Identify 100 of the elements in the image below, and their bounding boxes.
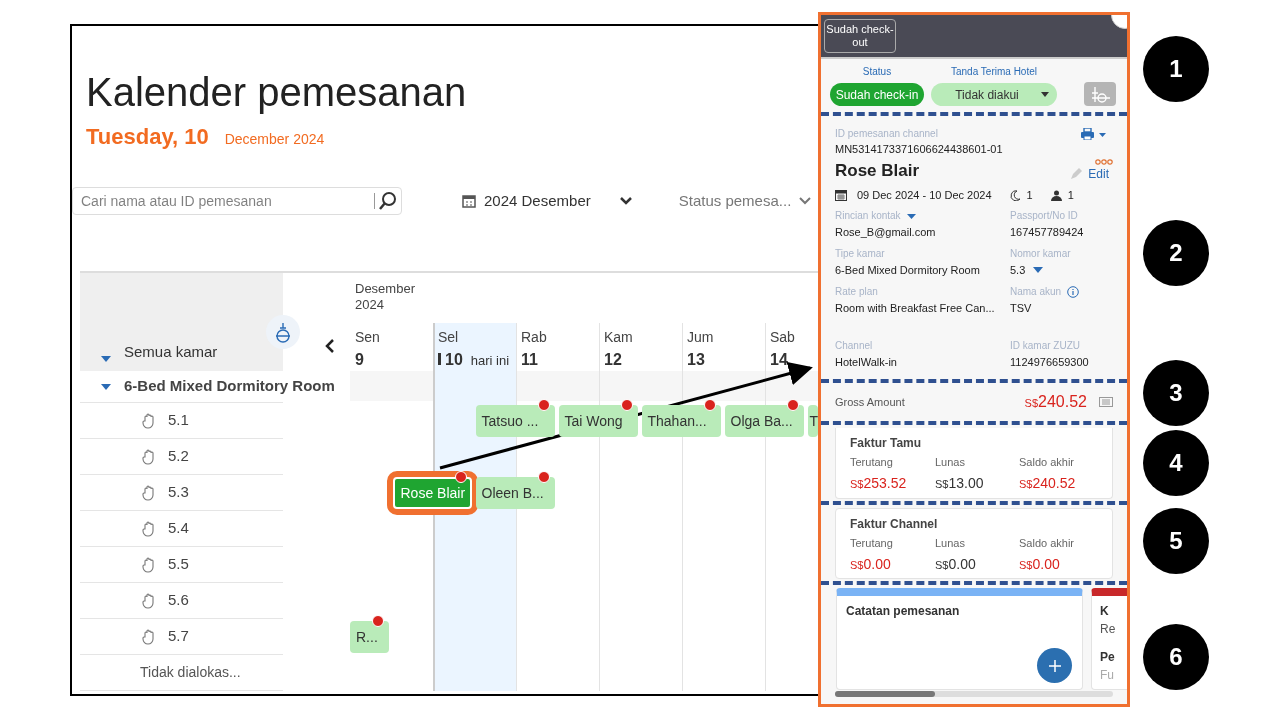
chevron-down-icon bbox=[799, 197, 812, 205]
bellboy-button[interactable] bbox=[266, 315, 300, 349]
booking-block[interactable]: Tatsuo ... bbox=[475, 405, 555, 437]
more-icon[interactable] bbox=[1095, 159, 1113, 165]
hand-icon bbox=[142, 412, 156, 429]
nights-count: 1 bbox=[1026, 188, 1033, 203]
callout-marker: 2 bbox=[1143, 220, 1209, 286]
amount-value: S$0.00 bbox=[850, 554, 891, 574]
field-label: Nama akun bbox=[1010, 286, 1062, 298]
tree-item[interactable]: 6-Bed Mixed Dormitory Room bbox=[124, 375, 335, 398]
room-number[interactable]: 5.4 bbox=[168, 517, 189, 540]
callout-marker: 3 bbox=[1143, 360, 1209, 426]
receipt-dropdown[interactable]: Tidak diakui bbox=[931, 83, 1057, 106]
previous-button[interactable] bbox=[325, 339, 335, 353]
plus-icon bbox=[1047, 658, 1062, 673]
add-button[interactable] bbox=[1037, 648, 1072, 683]
room-number[interactable]: 5.2 bbox=[168, 445, 189, 468]
channel-booking-id: MN5314173371606624438601-01 bbox=[835, 142, 1004, 157]
day-number: 13 bbox=[687, 350, 705, 370]
page-title: Kalender pemesanan bbox=[86, 72, 468, 112]
day-number: 9 bbox=[355, 350, 364, 370]
day-name: Sab bbox=[770, 328, 795, 347]
receipt-label: Tanda Terima Hotel bbox=[951, 65, 1037, 79]
month-picker[interactable]: 2024 Desember bbox=[462, 189, 633, 213]
caret-down-icon[interactable] bbox=[906, 213, 916, 219]
amount-label: Terutang bbox=[850, 455, 893, 470]
card-heading: Pe bbox=[1099, 649, 1116, 666]
room-number[interactable]: Tidak dialokas... bbox=[140, 662, 241, 683]
callout-marker: 6 bbox=[1143, 624, 1209, 690]
callout-marker: 4 bbox=[1143, 430, 1209, 496]
current-date: Tuesday, 10 bbox=[86, 123, 209, 151]
hand-icon bbox=[142, 448, 156, 465]
hand-icon bbox=[142, 628, 156, 645]
edit-link[interactable]: Edit bbox=[1088, 165, 1109, 183]
field-label: Nomor kamar bbox=[1010, 248, 1071, 260]
booking-block[interactable]: R... bbox=[350, 621, 389, 653]
field-label: Tipe kamar bbox=[835, 248, 885, 260]
day-number: 11 bbox=[521, 350, 538, 370]
guest-count: 1 bbox=[1067, 188, 1074, 203]
booking-block[interactable]: Oleen B... bbox=[475, 477, 555, 509]
pencil-icon bbox=[1070, 168, 1083, 180]
scrollbar[interactable] bbox=[835, 691, 1113, 697]
field-value: 1124976659300 bbox=[1010, 355, 1089, 369]
chevron-down-icon bbox=[618, 196, 633, 206]
callout-marker: 1 bbox=[1143, 36, 1209, 102]
amount-value: S$13.00 bbox=[935, 473, 984, 493]
amount-label: Saldo akhir bbox=[1019, 455, 1075, 470]
hand-icon bbox=[142, 556, 156, 573]
calendar-icon bbox=[462, 194, 476, 208]
room-number[interactable]: 5.7 bbox=[168, 625, 189, 648]
hand-icon bbox=[142, 520, 156, 537]
field-label: Rate plan bbox=[835, 286, 878, 298]
caret-down-icon bbox=[1040, 92, 1049, 97]
room-number[interactable]: 5.1 bbox=[168, 409, 189, 432]
field-value: 5.3 bbox=[1010, 263, 1026, 277]
check-out-button[interactable]: Sudah check-out bbox=[824, 19, 896, 53]
day-name: Jum bbox=[687, 328, 714, 347]
day-number: 10 bbox=[445, 350, 463, 370]
field-value: 6-Bed Mixed Dormitory Room bbox=[835, 263, 980, 277]
card-text: Re bbox=[1099, 621, 1117, 638]
calendar-icon bbox=[835, 189, 847, 202]
print-icon[interactable] bbox=[1081, 127, 1107, 140]
booking-block[interactable]: Olga Ba... bbox=[724, 405, 804, 437]
field-value: TSV bbox=[1010, 301, 1032, 315]
callout-marker: 5 bbox=[1143, 508, 1209, 574]
day-name: Rab bbox=[521, 328, 547, 347]
booking-block[interactable]: Thahan... bbox=[641, 405, 721, 437]
booking-block[interactable]: T bbox=[807, 405, 818, 437]
field-label: Channel bbox=[835, 340, 873, 352]
room-number[interactable]: 5.5 bbox=[168, 553, 189, 576]
hand-icon bbox=[142, 484, 156, 501]
amount-value: S$253.52 bbox=[850, 473, 907, 493]
room-number[interactable]: 5.3 bbox=[168, 481, 189, 504]
expand-caret-icon[interactable] bbox=[100, 355, 112, 363]
tree-item[interactable]: Semua kamar bbox=[124, 340, 218, 363]
caret-down-icon[interactable] bbox=[1033, 267, 1044, 273]
gross-amount: S$240.52 bbox=[1024, 392, 1087, 412]
booking-block[interactable]: Tai Wong bbox=[558, 405, 638, 437]
search-field[interactable]: Cari nama atau ID pemesanan bbox=[72, 187, 402, 215]
amount-value: S$0.00 bbox=[935, 554, 976, 574]
person-icon bbox=[1050, 189, 1062, 201]
month-label: Desember 2024 bbox=[355, 281, 416, 313]
gross-amount-label: Gross Amount bbox=[835, 394, 905, 410]
invoice-title: Faktur Channel bbox=[850, 516, 939, 533]
day-name: Kam bbox=[604, 328, 633, 347]
room-number[interactable]: 5.6 bbox=[168, 589, 189, 612]
info-icon[interactable] bbox=[1067, 286, 1080, 298]
amount-label: Lunas bbox=[935, 536, 965, 551]
day-number: 14 bbox=[770, 350, 788, 370]
expand-caret-icon[interactable] bbox=[100, 382, 112, 391]
guest-name: Rose Blair bbox=[835, 159, 920, 182]
hand-icon bbox=[142, 592, 156, 609]
month-year: December 2024 bbox=[224, 130, 325, 149]
field-value: HotelWalk-in bbox=[835, 355, 897, 369]
search-icon[interactable] bbox=[378, 191, 398, 211]
amount-label: Terutang bbox=[850, 536, 893, 551]
status-filter[interactable]: Status pemesa... bbox=[678, 189, 812, 213]
amount-value: S$0.00 bbox=[1019, 554, 1060, 574]
field-label: ID pemesanan channel bbox=[835, 127, 938, 141]
list-icon[interactable] bbox=[1099, 397, 1113, 407]
